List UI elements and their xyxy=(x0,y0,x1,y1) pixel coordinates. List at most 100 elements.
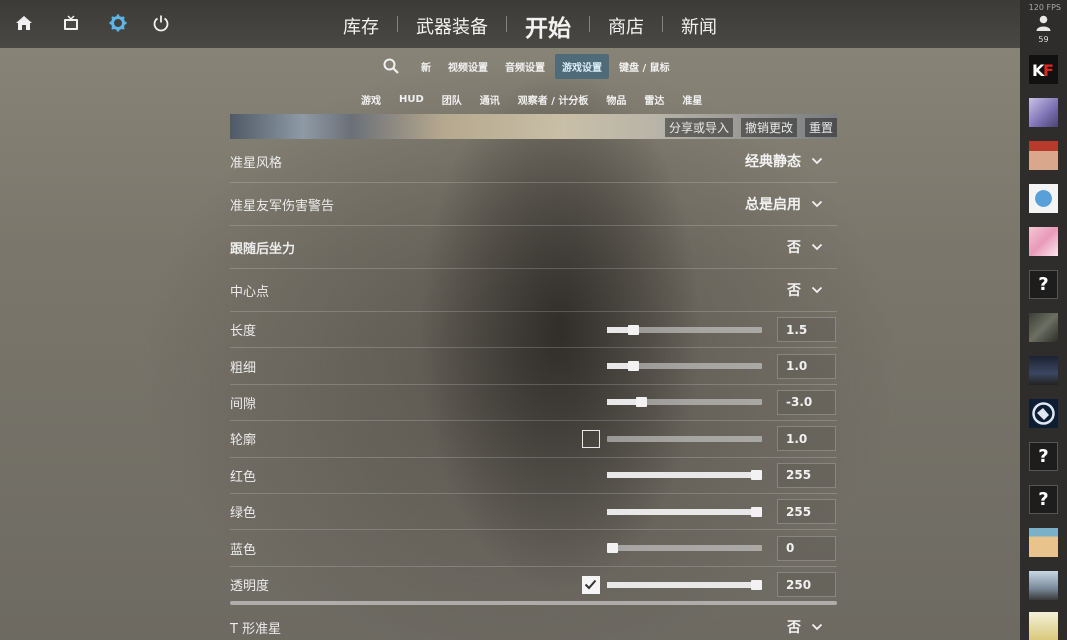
online-count: 59 xyxy=(1038,35,1049,44)
subnav-audio[interactable]: 音频设置 xyxy=(498,54,552,79)
subnav-keyboard-mouse[interactable]: 键盘 / 鼠标 xyxy=(612,54,677,79)
subnav-new[interactable]: 新 xyxy=(414,54,438,79)
setting-label: 准星友军伤害警告 xyxy=(230,198,335,214)
alpha-checkbox[interactable] xyxy=(582,575,600,594)
home-icon[interactable] xyxy=(13,12,35,34)
alpha-input[interactable]: 250 xyxy=(777,572,836,598)
red-input[interactable]: 255 xyxy=(777,462,836,488)
setting-label: T 形准星 xyxy=(230,622,282,637)
tv-icon[interactable] xyxy=(60,12,82,34)
setting-follow-recoil: 跟随后坐力 否 xyxy=(230,226,837,269)
alpha-slider[interactable] xyxy=(607,579,762,590)
setting-label: 轮廓 xyxy=(230,433,257,449)
nav-news[interactable]: 新闻 xyxy=(663,13,735,39)
tab-crosshair[interactable]: 准星 xyxy=(673,92,711,107)
green-input[interactable]: 255 xyxy=(777,499,836,525)
setting-label: 间隙 xyxy=(230,396,257,412)
outline-checkbox[interactable] xyxy=(582,429,600,448)
nav-inventory[interactable]: 库存 xyxy=(325,13,397,39)
blue-creature-avatar[interactable] xyxy=(1029,184,1058,213)
length-input[interactable]: 1.5 xyxy=(777,317,836,343)
slider-thumb[interactable] xyxy=(628,361,640,372)
nav-store[interactable]: 商店 xyxy=(590,13,662,39)
slider-thumb[interactable] xyxy=(636,397,648,408)
revert-changes-button[interactable]: 撤销更改 xyxy=(740,118,797,137)
gear-icon[interactable] xyxy=(107,12,129,34)
slider-thumb[interactable] xyxy=(751,579,762,590)
pink-anime-avatar[interactable] xyxy=(1029,227,1058,256)
reset-button[interactable]: 重置 xyxy=(804,118,837,137)
power-icon[interactable] xyxy=(150,12,172,34)
crosshair-style-dropdown[interactable]: 经典静态 xyxy=(745,151,823,171)
tab-hud[interactable]: HUD xyxy=(390,94,433,105)
center-dot-dropdown[interactable]: 否 xyxy=(787,280,823,300)
chevron-down-icon xyxy=(811,286,823,294)
slider-thumb[interactable] xyxy=(751,506,762,517)
setting-label: 跟随后坐力 xyxy=(230,241,296,257)
dropdown-value: 否 xyxy=(787,283,801,299)
outline-slider[interactable] xyxy=(607,435,762,442)
top-bar: 库存 武器装备 开始 商店 新闻 xyxy=(0,0,1020,48)
checkmark-icon xyxy=(584,579,597,590)
friends-sidebar: 120 FPS 59 KF ? ? ? xyxy=(1020,0,1067,640)
girl-avatar[interactable] xyxy=(1029,571,1058,600)
green-slider[interactable] xyxy=(607,506,762,517)
setting-label: 准星风格 xyxy=(230,155,283,171)
cartoon-avatar[interactable] xyxy=(1029,528,1058,557)
creature-avatar[interactable] xyxy=(1029,612,1058,640)
unknown-avatar[interactable]: ? xyxy=(1029,442,1058,471)
red-cap-avatar[interactable] xyxy=(1029,141,1058,170)
setting-crosshair-style: 准星风格 经典静态 xyxy=(230,140,837,183)
blue-slider[interactable] xyxy=(607,543,762,554)
thickness-slider[interactable] xyxy=(607,361,762,372)
blue-input[interactable]: 0 xyxy=(777,535,836,561)
tab-items[interactable]: 物品 xyxy=(597,92,635,107)
tab-spectator[interactable]: 观察者 / 计分板 xyxy=(509,92,598,107)
chevron-down-icon xyxy=(811,157,823,165)
gap-slider[interactable] xyxy=(607,397,762,408)
team-liquid-avatar[interactable] xyxy=(1029,399,1058,428)
follow-recoil-dropdown[interactable]: 否 xyxy=(787,237,823,257)
anime-avatar[interactable] xyxy=(1029,98,1058,127)
dropdown-value: 否 xyxy=(787,620,801,636)
tab-team[interactable]: 团队 xyxy=(433,92,471,107)
settings-subnav: 新 视频设置 音频设置 游戏设置 键盘 / 鼠标 xyxy=(380,53,680,79)
t-style-dropdown[interactable]: 否 xyxy=(787,617,823,637)
setting-friendly-warning: 准星友军伤害警告 总是启用 xyxy=(230,183,837,226)
nav-play[interactable]: 开始 xyxy=(507,9,589,43)
subnav-game[interactable]: 游戏设置 xyxy=(555,53,609,79)
user-icon[interactable] xyxy=(1036,15,1051,31)
search-icon[interactable] xyxy=(380,55,402,77)
kf-logo-avatar[interactable]: KF xyxy=(1029,55,1058,84)
horizontal-scrollbar[interactable] xyxy=(230,601,837,605)
slider-thumb[interactable] xyxy=(628,324,640,335)
crosshair-preview: 分享或导入 撤销更改 重置 xyxy=(230,114,837,139)
setting-t-style: T 形准星 否 xyxy=(230,612,837,640)
thickness-input[interactable]: 1.0 xyxy=(777,353,836,379)
nav-loadout[interactable]: 武器装备 xyxy=(398,13,506,39)
slider-thumb[interactable] xyxy=(607,543,618,554)
category-tabs: 游戏 HUD 团队 通讯 观察者 / 计分板 物品 雷达 准星 xyxy=(352,90,711,108)
outline-input[interactable]: 1.0 xyxy=(777,426,836,452)
subnav-video[interactable]: 视频设置 xyxy=(441,54,495,79)
dark-scene-avatar[interactable] xyxy=(1029,356,1058,385)
setting-blue: 蓝色 0 xyxy=(230,530,837,567)
settings-list: 准星风格 经典静态 准星友军伤害警告 总是启用 跟随后坐力 否 中心点 否 长度… xyxy=(230,140,837,603)
tab-game[interactable]: 游戏 xyxy=(352,92,390,107)
tab-radar[interactable]: 雷达 xyxy=(635,92,673,107)
setting-outline: 轮廓 1.0 xyxy=(230,421,837,458)
share-import-button[interactable]: 分享或导入 xyxy=(664,118,733,137)
setting-red: 红色 255 xyxy=(230,458,837,494)
red-slider[interactable] xyxy=(607,470,762,481)
chevron-down-icon xyxy=(811,623,823,631)
gap-input[interactable]: -3.0 xyxy=(777,389,836,415)
chevron-down-icon xyxy=(811,243,823,251)
dark-avatar[interactable] xyxy=(1029,313,1058,342)
friendly-warning-dropdown[interactable]: 总是启用 xyxy=(745,194,823,214)
tab-comms[interactable]: 通讯 xyxy=(471,92,509,107)
unknown-avatar[interactable]: ? xyxy=(1029,270,1058,299)
slider-thumb[interactable] xyxy=(751,470,762,481)
unknown-avatar[interactable]: ? xyxy=(1029,485,1058,514)
length-slider[interactable] xyxy=(607,324,762,335)
setting-gap: 间隙 -3.0 xyxy=(230,385,837,422)
